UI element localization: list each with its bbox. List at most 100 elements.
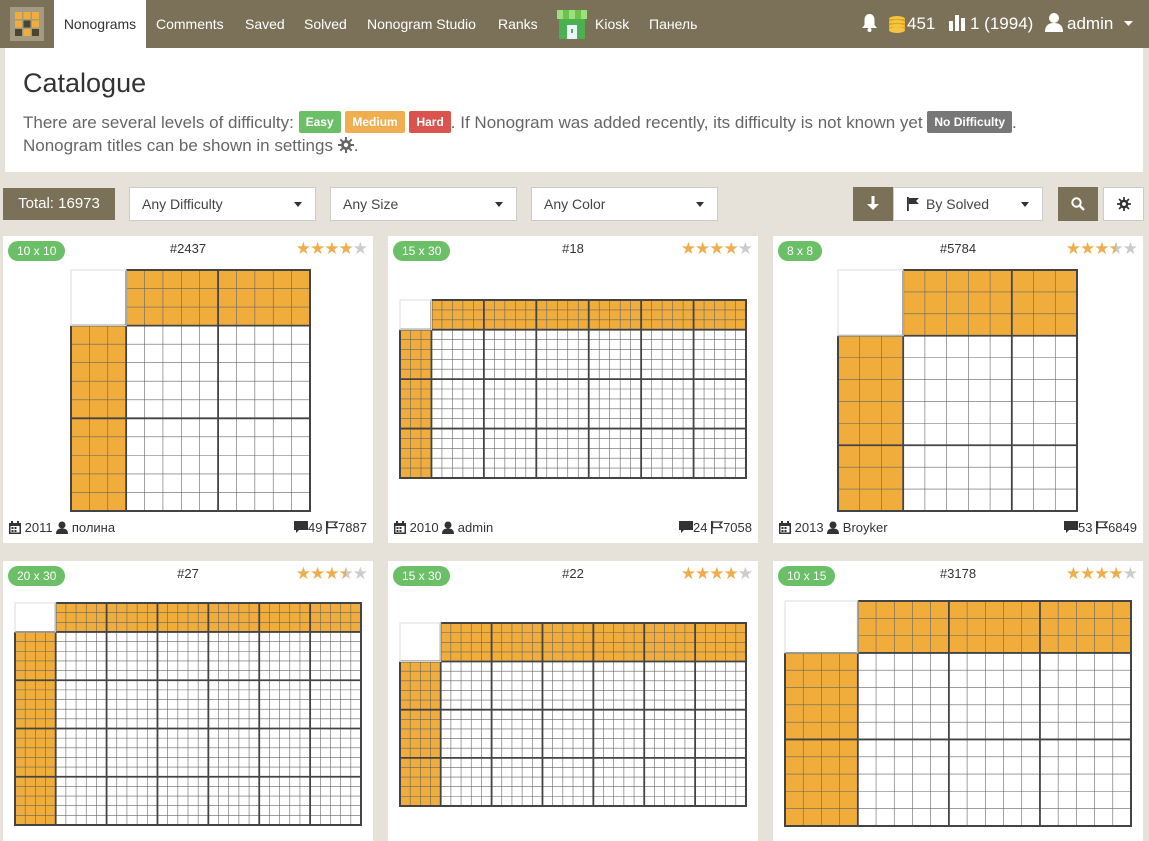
caret-down-icon: [495, 202, 503, 207]
nav-item-nonograms[interactable]: Nonograms: [54, 0, 146, 48]
star-full-icon: ★: [1065, 239, 1081, 258]
created-year: 2011: [24, 520, 53, 535]
star-empty-icon: ★: [737, 564, 753, 583]
difficulty-description: There are several levels of difficulty: …: [23, 111, 1017, 133]
star-full-icon: ★: [1094, 239, 1109, 258]
star-full-icon: ★: [1108, 564, 1124, 583]
sort-direction-button[interactable]: [853, 187, 893, 221]
color-dropdown[interactable]: Any Color: [531, 187, 718, 221]
star-full-icon: ★: [709, 564, 724, 583]
card-footer: 2011 полина 49 7887: [9, 520, 367, 536]
author-link[interactable]: admin: [458, 520, 493, 535]
star-empty-icon: ★: [737, 239, 753, 258]
star-empty-icon: ★: [1122, 564, 1138, 583]
rating-stars: ★★★★★: [295, 239, 368, 259]
search-icon: [1071, 197, 1085, 211]
coins-count[interactable]: 451: [907, 0, 935, 48]
nav-item-nonogram-studio[interactable]: Nonogram Studio: [367, 0, 476, 48]
card-meta-right: 53 6849: [1063, 520, 1137, 535]
settings-button[interactable]: [1103, 187, 1144, 221]
rating-stars: ★★★★★: [1065, 239, 1138, 259]
star-full-icon: ★: [295, 239, 311, 258]
no-difficulty-badge: No Difficulty: [927, 111, 1013, 133]
card-meta-left: 2013 Broyker: [779, 520, 888, 535]
star-full-icon: ★: [295, 564, 311, 583]
star-half-icon: ★: [338, 564, 354, 583]
search-button[interactable]: [1058, 187, 1098, 221]
top-navbar: Nonograms Comments Saved Solved Nonogram…: [0, 0, 1149, 48]
star-full-icon: ★: [1080, 564, 1095, 583]
star-full-icon: ★: [680, 239, 696, 258]
comments-count[interactable]: 24: [693, 520, 707, 535]
notifications-bell-icon[interactable]: [861, 13, 878, 33]
hard-badge: Hard: [409, 111, 451, 133]
settings-hint: Nonogram titles can be shown in settings…: [23, 136, 358, 156]
nav-item-saved[interactable]: Saved: [245, 0, 285, 48]
nav-item-panel[interactable]: Панель: [649, 0, 697, 48]
nonogram-card[interactable]: 10 x 10 #2437 ★★★★★ 2011 полина 49 7887: [3, 236, 373, 543]
sort-dropdown[interactable]: By Solved: [893, 187, 1043, 221]
comment-icon: [293, 521, 308, 533]
difficulty-note: . If Nonogram was added recently, its di…: [450, 113, 923, 132]
author-link[interactable]: Broyker: [843, 520, 888, 535]
nav-item-ranks[interactable]: Ranks: [498, 0, 538, 48]
caret-down-icon: [696, 202, 704, 207]
comments-count[interactable]: 53: [1078, 520, 1092, 535]
author-link[interactable]: полина: [72, 520, 115, 535]
easy-badge: Easy: [298, 111, 341, 133]
medium-badge: Medium: [345, 111, 405, 133]
nav-item-solved[interactable]: Solved: [304, 0, 347, 48]
nav-item-comments[interactable]: Comments: [156, 0, 224, 48]
star-full-icon: ★: [1065, 564, 1081, 583]
calendar-icon: [394, 521, 406, 534]
gear-icon[interactable]: [337, 137, 354, 153]
difficulty-dropdown[interactable]: Any Difficulty: [129, 187, 316, 221]
size-dropdown-value: Any Size: [343, 196, 399, 212]
site-logo-icon[interactable]: [10, 7, 44, 41]
user-icon: [56, 521, 69, 534]
user-icon: [1045, 13, 1063, 32]
nonogram-card[interactable]: 15 x 30 #18 ★★★★★ 2010 admin 24 7058: [388, 236, 758, 543]
gear-icon: [1117, 197, 1131, 211]
nav-item-kiosk[interactable]: Kiosk: [595, 0, 629, 48]
kiosk-shop-icon[interactable]: [557, 8, 587, 40]
settings-hint-end: .: [353, 136, 359, 155]
star-full-icon: ★: [695, 564, 710, 583]
star-full-icon: ★: [1094, 564, 1109, 583]
solved-count: 7058: [723, 520, 752, 535]
star-full-icon: ★: [723, 564, 739, 583]
comments-count[interactable]: 49: [308, 520, 322, 535]
star-full-icon: ★: [324, 239, 339, 258]
nonogram-preview-grid: [837, 269, 1078, 512]
star-empty-icon: ★: [352, 564, 368, 583]
card-footer: 2010 admin 24 7058: [394, 520, 752, 536]
caret-down-icon: [294, 202, 302, 207]
nonogram-preview-grid: [70, 269, 311, 512]
coins-icon: [889, 16, 905, 33]
nonogram-card[interactable]: 10 x 15 #3178 ★★★★★: [773, 561, 1143, 841]
chevron-down-icon[interactable]: [1124, 21, 1133, 27]
nonogram-preview-grid: [784, 600, 1132, 827]
size-dropdown[interactable]: Any Size: [330, 187, 517, 221]
star-empty-icon: ★: [1122, 239, 1138, 258]
sentence-end: .: [1012, 113, 1017, 132]
row-clues-area: [400, 329, 432, 478]
user-menu[interactable]: admin: [1067, 0, 1113, 48]
rank-bars-icon: [949, 15, 965, 31]
star-full-icon: ★: [709, 239, 724, 258]
nonogram-card[interactable]: 20 x 30 #27 ★★★★★: [3, 561, 373, 841]
nonogram-card[interactable]: 8 x 8 #5784 ★★★★★ 2013 Broyker 53 6849: [773, 236, 1143, 543]
created-year: 2010: [409, 520, 439, 535]
difficulty-dropdown-value: Any Difficulty: [142, 196, 223, 212]
card-meta-left: 2011 полина: [9, 520, 115, 535]
color-dropdown-value: Any Color: [544, 196, 606, 212]
nonogram-card[interactable]: 15 x 30 #22 ★★★★★: [388, 561, 758, 841]
star-half-icon: ★: [1108, 239, 1124, 258]
arrow-down-icon: [867, 196, 879, 210]
card-footer: 2013 Broyker 53 6849: [779, 520, 1137, 536]
star-full-icon: ★: [723, 239, 739, 258]
total-count: Total: 16973: [3, 188, 115, 220]
nonogram-preview-grid: [399, 622, 747, 807]
rank-value[interactable]: 1 (1994): [970, 0, 1033, 48]
card-meta-right: 24 7058: [678, 520, 752, 535]
